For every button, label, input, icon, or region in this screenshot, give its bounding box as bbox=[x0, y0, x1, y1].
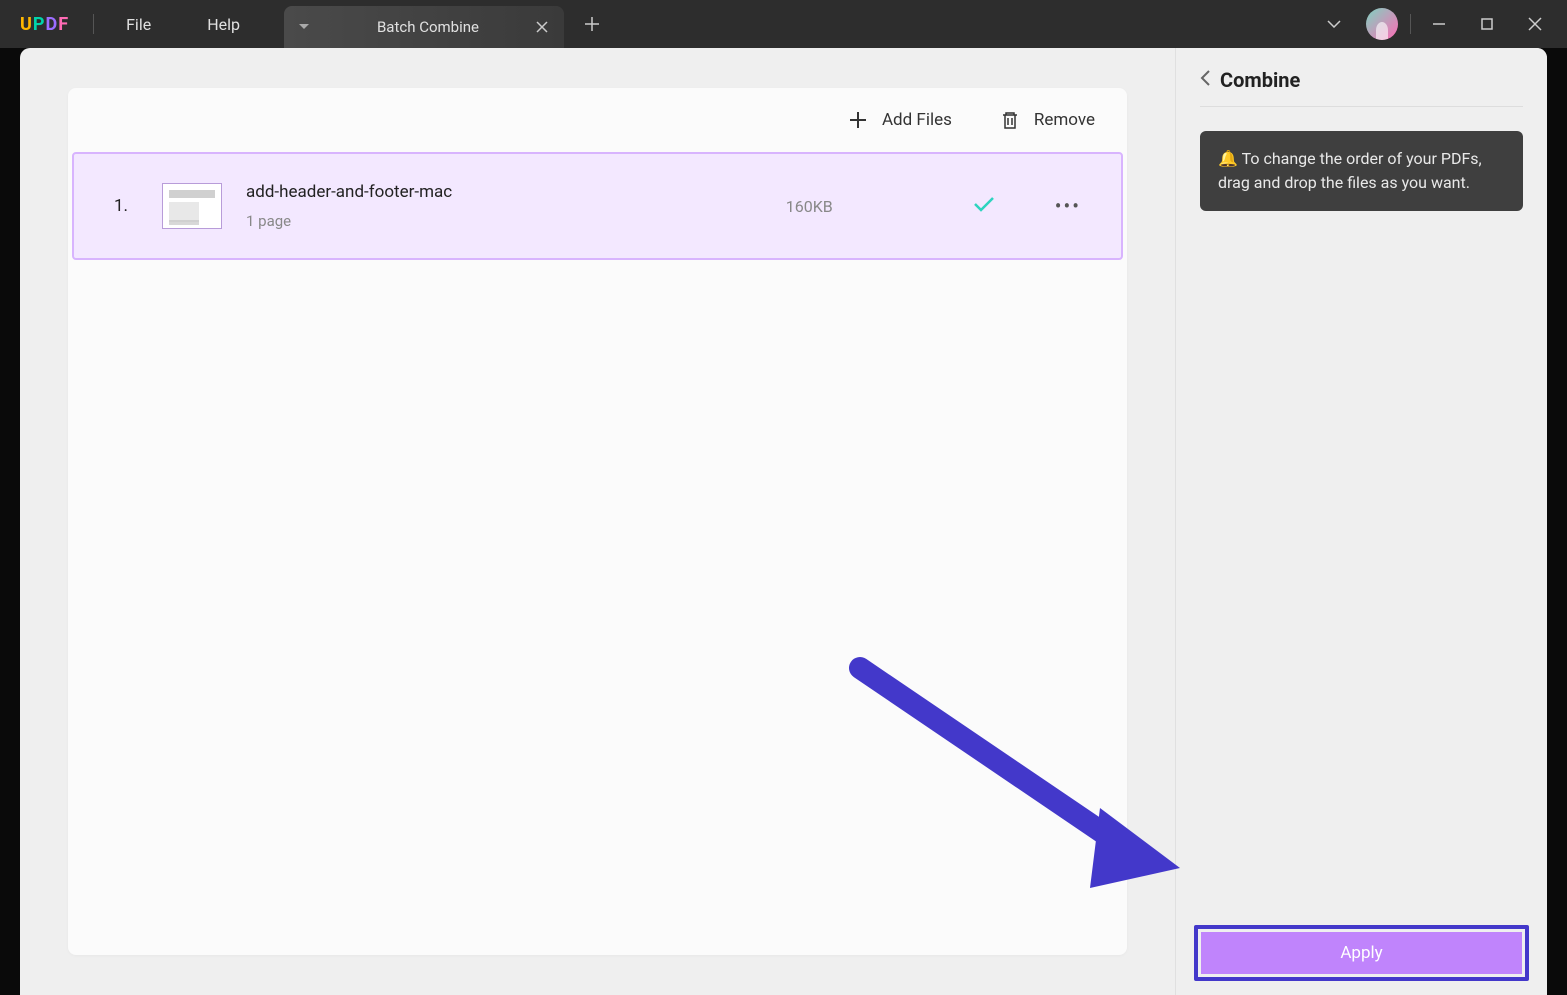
tip-text: 🔔 To change the order of your PDFs, drag… bbox=[1218, 149, 1482, 192]
main-area: Add Files Remove 1. add-header-and-foote… bbox=[20, 48, 1175, 995]
close-window-button[interactable] bbox=[1511, 0, 1559, 48]
remove-label: Remove bbox=[1034, 110, 1095, 130]
more-icon[interactable]: ••• bbox=[1055, 194, 1081, 218]
workspace: Add Files Remove 1. add-header-and-foote… bbox=[20, 48, 1547, 995]
back-icon[interactable] bbox=[1200, 70, 1210, 90]
apply-button[interactable]: Apply bbox=[1201, 932, 1522, 974]
user-avatar[interactable] bbox=[1366, 8, 1398, 40]
apply-highlight: Apply bbox=[1194, 925, 1529, 981]
file-info: add-header-and-footer-mac 1 page bbox=[246, 182, 452, 230]
trash-icon bbox=[1000, 110, 1020, 130]
tab-title: Batch Combine bbox=[324, 18, 532, 36]
file-row[interactable]: 1. add-header-and-footer-mac 1 page 160K… bbox=[72, 152, 1123, 260]
add-files-button[interactable]: Add Files bbox=[848, 110, 952, 130]
new-tab-icon[interactable] bbox=[572, 4, 612, 44]
separator bbox=[1410, 14, 1411, 34]
minimize-button[interactable] bbox=[1415, 0, 1463, 48]
file-panel: Add Files Remove 1. add-header-and-foote… bbox=[68, 88, 1127, 955]
file-thumbnail bbox=[162, 183, 222, 229]
add-files-label: Add Files bbox=[882, 110, 952, 130]
file-pages: 1 page bbox=[246, 212, 452, 230]
titlebar-controls bbox=[1310, 0, 1567, 48]
side-panel: Combine 🔔 To change the order of your PD… bbox=[1175, 48, 1547, 995]
tab-close-icon[interactable] bbox=[532, 17, 552, 37]
file-name: add-header-and-footer-mac bbox=[246, 182, 452, 202]
file-toolbar: Add Files Remove bbox=[68, 88, 1127, 152]
tab-dropdown-icon[interactable] bbox=[284, 6, 324, 48]
title-bar: UPDF File Help Batch Combine bbox=[0, 0, 1567, 48]
plus-icon bbox=[848, 110, 868, 130]
remove-button[interactable]: Remove bbox=[1000, 110, 1095, 130]
tip-box: 🔔 To change the order of your PDFs, drag… bbox=[1200, 131, 1523, 211]
file-size: 160KB bbox=[786, 197, 833, 216]
apply-section: Apply bbox=[1194, 915, 1529, 981]
dropdown-icon[interactable] bbox=[1310, 0, 1358, 48]
file-list: 1. add-header-and-footer-mac 1 page 160K… bbox=[68, 152, 1127, 260]
check-icon bbox=[973, 196, 995, 216]
file-index: 1. bbox=[114, 196, 146, 216]
maximize-button[interactable] bbox=[1463, 0, 1511, 48]
tab-batch-combine[interactable]: Batch Combine bbox=[284, 6, 564, 48]
apply-label: Apply bbox=[1340, 943, 1382, 963]
menu-help[interactable]: Help bbox=[179, 15, 268, 34]
side-header: Combine bbox=[1200, 68, 1523, 107]
separator bbox=[93, 14, 94, 34]
tab-strip: Batch Combine bbox=[284, 0, 612, 48]
side-title: Combine bbox=[1220, 68, 1300, 92]
app-logo: UPDF bbox=[20, 14, 69, 35]
menu-file[interactable]: File bbox=[98, 15, 179, 34]
